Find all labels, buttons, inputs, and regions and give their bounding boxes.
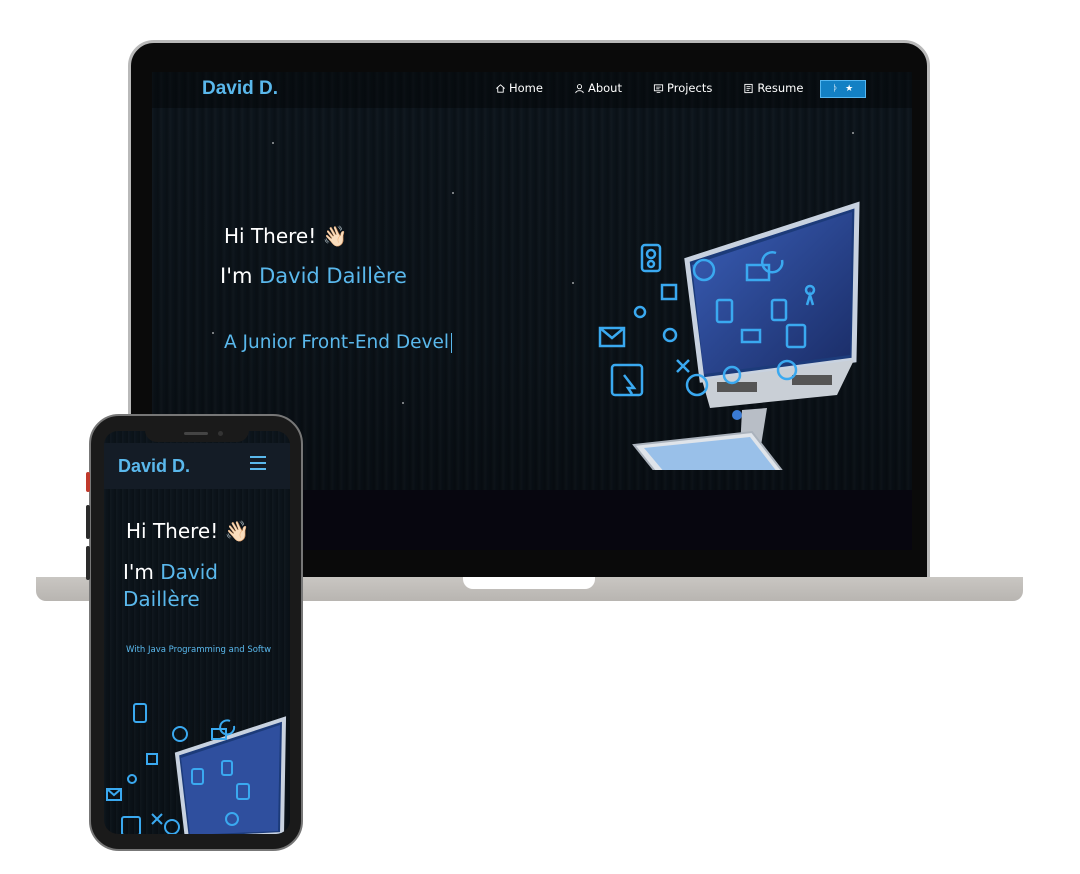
home-icon: [496, 83, 505, 93]
mobile-computer-illustration: [106, 703, 287, 834]
typewriter-cursor: [451, 333, 452, 353]
phone-volume-up: [86, 505, 90, 539]
github-button[interactable]: ᚦ ★: [820, 80, 866, 98]
phone-volume-down: [86, 546, 90, 580]
fork-icon: ᚦ: [832, 84, 839, 94]
phone-camera: [218, 431, 223, 436]
mobile-hero-greeting: Hi There! 👋🏻: [126, 519, 250, 543]
projects-icon: [653, 83, 664, 93]
mobile-brand-logo[interactable]: David D.: [118, 456, 190, 477]
document-icon: [744, 83, 753, 93]
intro-name: David Daillère: [259, 264, 407, 288]
nav-resume[interactable]: Resume: [743, 81, 803, 95]
nav-links: Home About Projects Resume: [495, 81, 834, 95]
nav-projects[interactable]: Projects: [653, 81, 712, 95]
hamburger-menu-icon[interactable]: [250, 456, 266, 470]
intro-prefix: I'm: [220, 264, 260, 288]
nav-resume-label: Resume: [757, 81, 804, 95]
mobile-intro-prefix: I'm: [123, 560, 161, 584]
phone-notch: [145, 428, 249, 442]
nav-home[interactable]: Home: [495, 81, 543, 95]
phone-mute-switch: [86, 472, 90, 492]
hero-intro: I'm David Daillère: [220, 264, 407, 288]
mobile-typewriter-role: With Java Programming and Softw: [126, 645, 272, 655]
star-dot: [272, 142, 274, 144]
nav-about[interactable]: About: [574, 81, 622, 95]
brand-logo[interactable]: David D.: [202, 78, 278, 100]
hero-greeting: Hi There! 👋🏻: [224, 224, 348, 248]
mobile-hero-intro: I'm David Daillère: [123, 559, 283, 613]
computer-illustration: [598, 201, 860, 470]
laptop-notch: [463, 577, 595, 589]
mobile-website: David D. Hi There! 👋🏻 I'm David Daillère…: [104, 431, 290, 834]
navbar: David D. Home About Projects Resume ᚦ ★: [152, 72, 912, 108]
nav-projects-label: Projects: [666, 81, 713, 95]
typewriter-role: A Junior Front-End Devel: [224, 332, 452, 353]
typewriter-text: A Junior Front-End Devel: [224, 332, 449, 353]
phone-speaker: [184, 432, 208, 435]
star-icon: ★: [845, 84, 854, 94]
star-dot: [852, 132, 854, 134]
star-dot: [212, 332, 214, 334]
star-dot: [402, 402, 404, 404]
star-dot: [572, 282, 574, 284]
nav-about-label: About: [587, 81, 622, 95]
nav-home-label: Home: [509, 81, 543, 95]
star-dot: [452, 192, 454, 194]
user-icon: [575, 83, 584, 93]
